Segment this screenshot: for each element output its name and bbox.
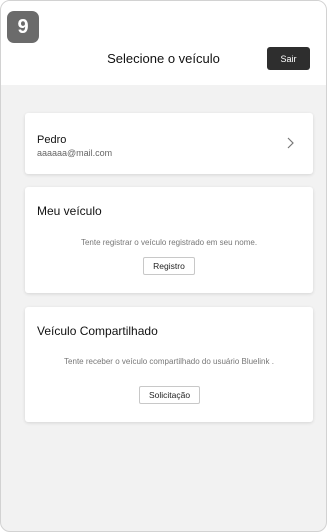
shared-vehicle-description: Tente receber o veículo compartilhado do… <box>64 357 274 366</box>
my-vehicle-title: Meu veículo <box>37 204 102 218</box>
request-button[interactable]: Solicitação <box>139 386 200 404</box>
shared-vehicle-title: Veículo Compartilhado <box>37 324 158 338</box>
header: 9 Selecione o veículo Sair <box>1 1 326 85</box>
register-button[interactable]: Registro <box>143 257 195 275</box>
my-vehicle-card: Meu veículo Tente registrar o veículo re… <box>25 187 313 293</box>
shared-vehicle-card: Veículo Compartilhado Tente receber o ve… <box>25 307 313 422</box>
user-account-card[interactable]: Pedro aaaaaa@mail.com <box>25 113 313 174</box>
chevron-right-icon <box>287 137 294 149</box>
user-email: aaaaaa@mail.com <box>37 148 113 158</box>
logout-button[interactable]: Sair <box>267 47 310 70</box>
step-badge: 9 <box>7 11 39 43</box>
app-frame: 9 Selecione o veículo Sair Pedro aaaaaa@… <box>0 0 327 532</box>
my-vehicle-description: Tente registrar o veículo registrado em … <box>80 238 258 247</box>
user-name: Pedro <box>37 134 67 146</box>
